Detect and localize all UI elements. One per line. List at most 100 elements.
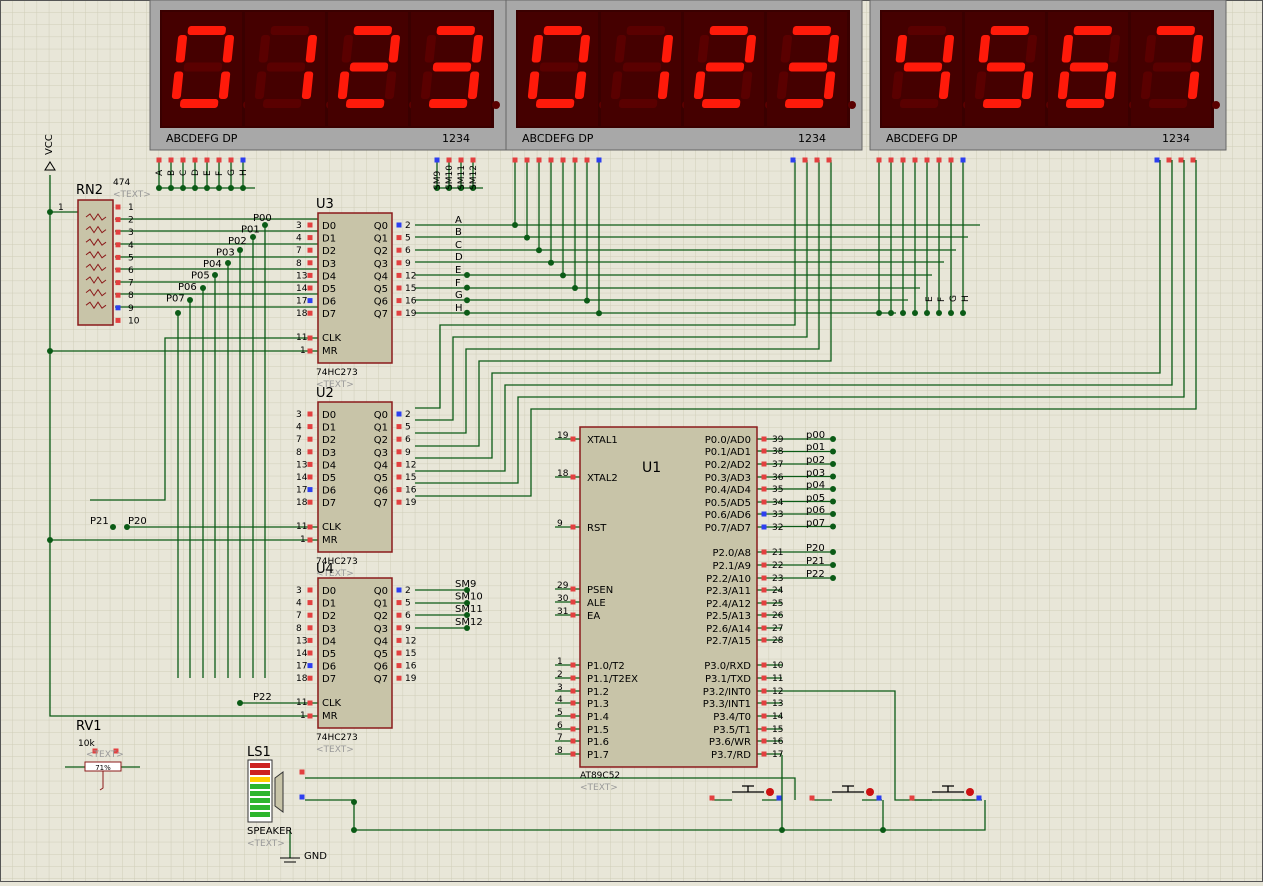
digit-5	[965, 12, 1054, 126]
pin-marker	[396, 235, 402, 241]
latch-output-label: Q2	[374, 246, 388, 257]
u1-pin-label: P0.6/AD6	[705, 510, 751, 521]
junction-dot	[830, 498, 836, 505]
u1-pin-number: 31	[557, 607, 568, 617]
seven-segment-display-2[interactable]: ABCDEFG DP 1234	[505, 0, 863, 151]
junction-dot	[560, 272, 566, 279]
junction-dot	[830, 436, 836, 442]
latch-pin-number: 15	[405, 473, 416, 483]
digit-3	[411, 12, 500, 126]
junction-dot	[876, 310, 882, 316]
pin-marker	[396, 587, 402, 593]
pin-marker	[761, 688, 767, 694]
pin-marker	[307, 235, 313, 241]
junction-dot	[464, 297, 470, 304]
segment-net-label: A	[155, 169, 165, 176]
pin-marker	[307, 348, 313, 354]
u1-pin-number: 6	[557, 721, 563, 731]
pin-marker	[240, 157, 246, 163]
digit-pin-label: 1234	[442, 132, 470, 145]
pin-marker	[307, 298, 313, 304]
junction-dot	[572, 285, 578, 291]
latch-output-label: Q4	[374, 460, 388, 471]
u1-net-label: P20	[806, 543, 825, 554]
u1-pin-label: P0.4/AD4	[705, 485, 751, 496]
latch-output-label: Q5	[374, 649, 388, 660]
u1-pin-label: P1.5	[587, 725, 609, 736]
latch-input-label: D3	[322, 624, 336, 635]
u1-pin-number: 12	[772, 687, 783, 697]
pin-marker	[307, 424, 313, 430]
junction-dot	[187, 297, 193, 303]
latch-pin-number: 14	[296, 284, 308, 294]
pin-marker	[115, 254, 121, 260]
latch-pin-number: 19	[405, 498, 417, 508]
pin-marker	[115, 229, 121, 235]
junction-dot	[830, 461, 836, 467]
junction-dot	[351, 799, 357, 805]
u1-text: <TEXT>	[580, 783, 618, 793]
pin-marker	[396, 298, 402, 304]
pin-marker	[299, 769, 305, 775]
u1-pin-label: P2.2/A10	[706, 574, 751, 585]
pin-marker	[307, 222, 313, 228]
clock-label-P21: P21	[90, 516, 109, 527]
latch-output-label: Q6	[374, 297, 388, 308]
vcc-label: VCC	[44, 134, 55, 155]
u1-pin-label: P3.0/RXD	[704, 661, 751, 672]
segment-a	[187, 26, 226, 35]
latch-input-label: D0	[322, 586, 336, 597]
pin-marker	[204, 157, 210, 163]
pin-marker	[570, 586, 576, 592]
latch-output-label: Q1	[374, 234, 388, 245]
u1-pin-number: 33	[772, 510, 783, 520]
u1-pin-label: P1.3	[587, 699, 609, 710]
latch-pin-number: 16	[405, 297, 417, 307]
latch-output-label: Q0	[374, 221, 388, 232]
latch-name-U4: U4	[316, 562, 334, 577]
rn2-pin-number: 2	[128, 216, 134, 226]
pin-marker	[1190, 157, 1196, 163]
schematic-canvas[interactable]: ABCDEFG DP 1234 ABCDEFG DP 1234 ABCDEFG DP 12…	[0, 0, 1263, 882]
latch-pin-number: 14	[296, 649, 308, 659]
u1-pin-number: 32	[772, 523, 783, 533]
pin-marker	[396, 499, 402, 505]
seven-segment-display-3[interactable]: ABCDEFG DP 1234	[869, 0, 1227, 151]
rn2-pin-number: 1	[128, 203, 134, 213]
pin-marker	[948, 157, 954, 163]
rn2-pin-number: 7	[128, 279, 134, 289]
latch-pin-number: 8	[296, 624, 302, 634]
pin-marker	[570, 612, 576, 618]
segment-d	[1148, 99, 1188, 108]
pin-marker	[115, 292, 121, 298]
latch-pin-number: 17	[296, 662, 307, 672]
segment-net-label: D	[191, 169, 201, 176]
u1-pin-label: P2.7/A15	[706, 636, 751, 647]
latch-pin-number: 17	[296, 486, 307, 496]
u1-pin-label: P1.7	[587, 750, 609, 761]
segment-g	[622, 62, 662, 72]
u1-pin-number: 22	[772, 561, 783, 571]
pin-marker	[115, 280, 121, 286]
segment-a	[270, 26, 309, 35]
pin-marker	[180, 157, 186, 163]
latch-output-label: Q3	[374, 259, 388, 270]
latch-pin-number: 4	[296, 599, 302, 609]
junction-dot	[225, 260, 231, 266]
latch-pin-number: 16	[405, 486, 417, 496]
digit-2	[328, 12, 417, 126]
segment-g	[432, 62, 472, 72]
digit-net-label: SM10	[445, 165, 455, 190]
seven-segment-displays: ABCDEFG DP 1234 ABCDEFG DP 1234 ABCDEFG DP 12…	[149, 0, 1227, 151]
pin-marker	[307, 247, 313, 253]
pin-marker	[761, 700, 767, 706]
latch-input-label: D5	[322, 284, 336, 295]
segment-d	[428, 99, 468, 108]
u1-pin-label: P1.2	[587, 687, 609, 698]
junction-dot	[596, 310, 602, 317]
seven-segment-display-1[interactable]: ABCDEFG DP 1234	[149, 0, 507, 151]
segment-g	[183, 62, 223, 72]
junction-dot	[830, 562, 836, 568]
resistor-network-rn2[interactable]	[77, 199, 114, 326]
pin-marker	[761, 461, 767, 467]
